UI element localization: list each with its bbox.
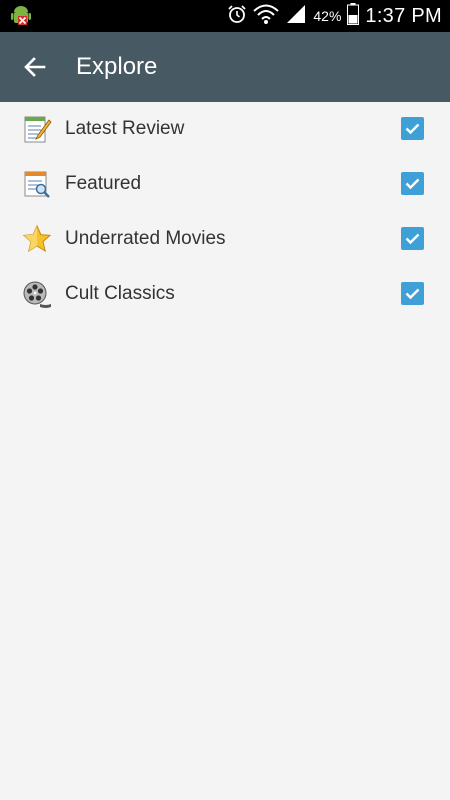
action-bar: Explore bbox=[0, 32, 450, 102]
explore-list: Latest Review Featured Underrated Movies… bbox=[0, 101, 450, 321]
alarm-icon bbox=[227, 4, 247, 29]
checkbox-cult-classics[interactable] bbox=[401, 282, 424, 305]
signal-icon bbox=[285, 4, 307, 29]
document-search-icon bbox=[22, 169, 52, 199]
film-reel-icon bbox=[22, 279, 52, 309]
list-item-label: Latest Review bbox=[65, 118, 185, 139]
battery-percent: 42% bbox=[313, 8, 342, 24]
check-icon bbox=[405, 123, 420, 135]
check-icon bbox=[405, 178, 420, 190]
check-icon bbox=[405, 288, 420, 300]
checkbox-latest-review[interactable] bbox=[401, 117, 424, 140]
page-title: Explore bbox=[76, 53, 158, 80]
list-item-cult-classics[interactable]: Cult Classics bbox=[0, 266, 450, 321]
list-item-latest-review[interactable]: Latest Review bbox=[0, 101, 450, 156]
list-item-label: Cult Classics bbox=[65, 283, 175, 304]
android-debug-icon bbox=[10, 5, 32, 32]
clock: 1:37 PM bbox=[365, 4, 442, 27]
list-item-featured[interactable]: Featured bbox=[0, 156, 450, 211]
list-item-label: Underrated Movies bbox=[65, 228, 226, 249]
battery-icon bbox=[347, 2, 360, 30]
notepad-pencil-icon bbox=[22, 114, 52, 144]
wifi-icon bbox=[253, 3, 280, 30]
status-bar: 42% 1:37 PM bbox=[0, 0, 450, 32]
list-item-label: Featured bbox=[65, 173, 142, 194]
check-icon bbox=[405, 233, 420, 245]
arrow-left-icon[interactable] bbox=[20, 52, 50, 82]
checkbox-underrated-movies[interactable] bbox=[401, 227, 424, 250]
checkbox-featured[interactable] bbox=[401, 172, 424, 195]
list-item-underrated-movies[interactable]: Underrated Movies bbox=[0, 211, 450, 266]
star-icon bbox=[22, 224, 52, 254]
